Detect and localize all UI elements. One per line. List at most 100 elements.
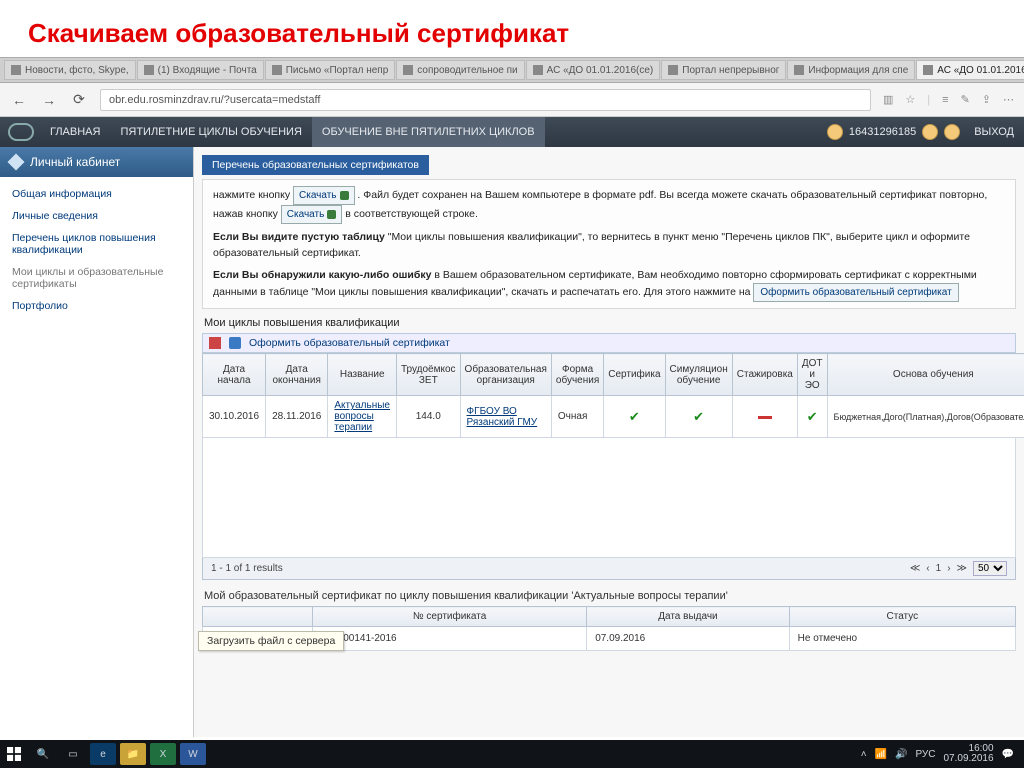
download-button-inline[interactable]: Скачать	[293, 186, 355, 205]
tray-volume-icon[interactable]: 🔊	[895, 749, 907, 760]
favicon-icon	[403, 65, 413, 75]
sidebar-item-general[interactable]: Общая информация	[0, 183, 193, 205]
hub-icon[interactable]: ≡	[942, 94, 948, 106]
pager-first[interactable]: ≪	[910, 563, 920, 574]
col-number[interactable]: № сертификата	[313, 607, 587, 627]
nav-main[interactable]: ГЛАВНАЯ	[40, 117, 110, 147]
nav-five-year-cycles[interactable]: ПЯТИЛЕТНИЕ ЦИКЛЫ ОБУЧЕНИЯ	[110, 117, 311, 147]
tab-label: Новости, фсто, Skype,	[25, 65, 129, 76]
download-button-inline[interactable]: Скачать	[281, 205, 343, 224]
tray-language[interactable]: РУС	[915, 749, 935, 760]
col-dot[interactable]: ДОТ и ЭО	[797, 354, 827, 396]
settings-icon[interactable]	[944, 124, 960, 140]
browser-tab[interactable]: Информация для спе	[787, 60, 915, 80]
start-button[interactable]	[0, 740, 28, 768]
col-date[interactable]: Дата выдачи	[587, 607, 789, 627]
clock-date: 07.09.2016	[943, 754, 993, 764]
col-basis[interactable]: Основа обучения	[827, 354, 1024, 396]
user-avatar-icon	[827, 124, 843, 140]
info-panel: нажмите кнопку Скачать . Файл будет сохр…	[202, 179, 1016, 309]
sidebar-item-personal[interactable]: Личные сведения	[0, 205, 193, 227]
browser-tab[interactable]: (1) Входящие - Почта	[137, 60, 264, 80]
favicon-icon	[144, 65, 154, 75]
cycles-table: Дата начала Дата окончания Название Труд…	[202, 353, 1024, 438]
address-bar[interactable]	[100, 89, 871, 111]
col-sim[interactable]: Симуляцион обучение	[665, 354, 732, 396]
tab-label: Письмо «Портал непр	[286, 65, 389, 76]
nav-outside-cycles[interactable]: ОБУЧЕНИЕ ВНЕ ПЯТИЛЕТНИХ ЦИКЛОВ	[312, 117, 545, 147]
table1-pager: 1 - 1 of 1 results ≪ ‹ 1 › ≫ 50	[202, 558, 1016, 580]
favicon-icon	[272, 65, 282, 75]
browser-tab[interactable]: АС «ДО 01.01.2016(се)	[526, 60, 661, 80]
col-name[interactable]: Название	[328, 354, 397, 396]
taskbar-explorer-icon[interactable]: 📁	[120, 743, 146, 765]
taskbar-edge-icon[interactable]: e	[90, 743, 116, 765]
browser-tab-active[interactable]: АС «ДО 01.01.2016✕	[916, 60, 1024, 80]
info-text: в соответствующей строке.	[345, 208, 478, 220]
tray-notifications-icon[interactable]: 💬	[1002, 749, 1014, 760]
col-cert[interactable]: Сертифика	[604, 354, 665, 396]
taskbar-taskview-icon[interactable]: ▭	[60, 743, 86, 765]
sidebar: Личный кабинет Общая информация Личные с…	[0, 147, 194, 737]
browser-toolbar: ← → ⟳ ▥ ☆ | ≡ ✎ ⇪ ⋯	[0, 83, 1024, 117]
table1-toolbar: Оформить образовательный сертификат	[202, 333, 1016, 353]
org-link[interactable]: ФГБОУ ВО Рязанский ГМУ	[467, 406, 538, 428]
more-icon[interactable]: ⋯	[1003, 93, 1014, 106]
site-logo-icon	[8, 123, 34, 141]
share-icon[interactable]: ⇪	[982, 93, 991, 106]
col-zet[interactable]: Трудоёмкос ЗЕТ	[397, 354, 461, 396]
pager-page: 1	[936, 563, 942, 574]
col-org[interactable]: Образовательная организация	[460, 354, 551, 396]
favorites-icon[interactable]: ☆	[905, 93, 915, 106]
reload-button[interactable]: ⟳	[70, 91, 88, 109]
browser-tab[interactable]: сопроводительное пи	[396, 60, 524, 80]
cell-zet: 144.0	[397, 396, 461, 438]
browser-tab[interactable]: Новости, фсто, Skype,	[4, 60, 136, 80]
notes-icon[interactable]: ✎	[961, 93, 970, 106]
taskbar-search-icon[interactable]: 🔍	[30, 743, 56, 765]
sidebar-title: Личный кабинет	[30, 155, 120, 169]
pager-results: 1 - 1 of 1 results	[211, 563, 283, 574]
cell-status: Не отмечено	[789, 627, 1015, 651]
slide-title: Скачиваем образовательный сертификат	[0, 0, 1024, 57]
pager-next[interactable]: ›	[947, 563, 950, 574]
back-button[interactable]: ←	[10, 91, 28, 109]
logout-link[interactable]: ВЫХОД	[974, 126, 1014, 138]
tray-network-icon[interactable]: 📶	[875, 749, 887, 760]
dash-icon	[758, 416, 772, 419]
sidebar-item-my-cycles[interactable]: Мои циклы и образовательные сертификаты	[0, 261, 193, 295]
col-intern[interactable]: Стажировка	[732, 354, 797, 396]
tab-label: (1) Входящие - Почта	[158, 65, 257, 76]
col-form[interactable]: Форма обучения	[551, 354, 603, 396]
content-tab[interactable]: Перечень образовательных сертификатов	[202, 155, 429, 175]
pager-last[interactable]: ≫	[957, 563, 967, 574]
taskbar-excel-icon[interactable]: X	[150, 743, 176, 765]
tray-clock[interactable]: 16:00 07.09.2016	[943, 744, 993, 764]
pager-prev[interactable]: ‹	[926, 563, 929, 574]
pager-size-select[interactable]: 50	[973, 561, 1007, 576]
tool-icon[interactable]	[229, 337, 241, 349]
sidebar-item-cycles-list[interactable]: Перечень циклов повышения квалификации	[0, 227, 193, 261]
table-row[interactable]: 30.10.2016 28.11.2016 Актуальные вопросы…	[203, 396, 1024, 438]
cycle-name-link[interactable]: Актуальные вопросы терапии	[334, 400, 390, 433]
sidebar-item-portfolio[interactable]: Портфолио	[0, 295, 193, 317]
col-start[interactable]: Дата начала	[203, 354, 266, 396]
reading-mode-icon[interactable]: ▥	[883, 93, 893, 106]
form-certificate-link[interactable]: Оформить образовательный сертификат	[249, 337, 450, 349]
forward-button[interactable]: →	[40, 91, 58, 109]
tray-chevron-icon[interactable]: ˄	[861, 749, 867, 760]
form-certificate-button-inline[interactable]: Оформить образовательный сертификат	[753, 283, 958, 302]
browser-tab[interactable]: Портал непрерывног	[661, 60, 786, 80]
check-icon: ✔	[629, 409, 640, 424]
col-status[interactable]: Статус	[789, 607, 1015, 627]
tab-label: АС «ДО 01.01.2016(се)	[547, 65, 654, 76]
cell-number: АА-000141-2016	[313, 627, 587, 651]
tool-icon[interactable]	[209, 337, 221, 349]
info-bold: Если Вы видите пустую таблицу	[213, 231, 385, 243]
col-end[interactable]: Дата окончания	[266, 354, 328, 396]
cell-basis: Бюджетная,Дого(Платная),Догов(Образовате…	[827, 396, 1024, 438]
help-icon[interactable]	[922, 124, 938, 140]
taskbar-word-icon[interactable]: W	[180, 743, 206, 765]
tab-label: сопроводительное пи	[417, 65, 517, 76]
browser-tab[interactable]: Письмо «Портал непр	[265, 60, 396, 80]
